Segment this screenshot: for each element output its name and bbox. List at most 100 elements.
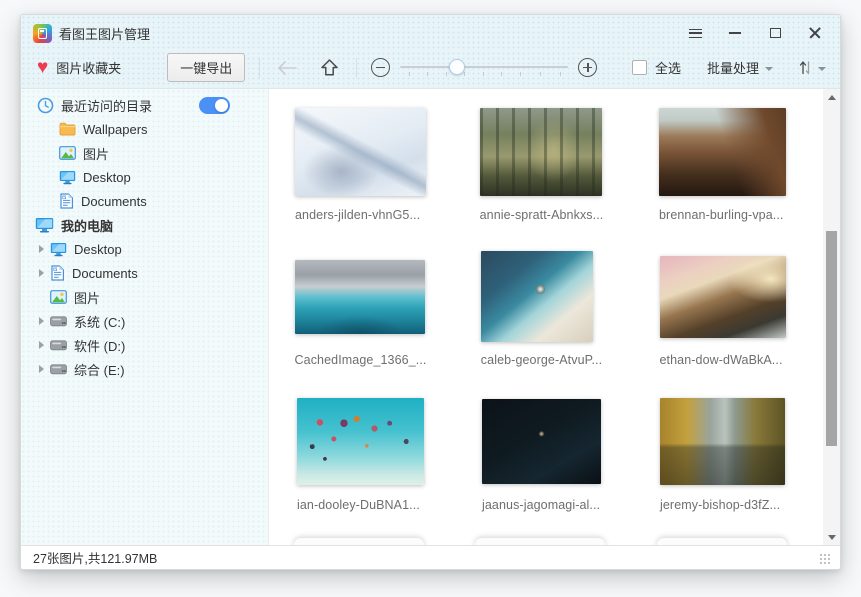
thumbnail-filename[interactable]: annie-spratt-Abnkxs... [480, 208, 604, 222]
close-icon[interactable] [802, 22, 828, 44]
thumbnail-image[interactable] [482, 399, 601, 484]
thumbnail-cell[interactable]: brennan-burling-vpa... [632, 104, 813, 249]
slider-handle[interactable] [449, 59, 465, 75]
sort-icon[interactable] [799, 60, 812, 75]
sidebar-item-label[interactable]: Wallpapers [83, 122, 148, 137]
sidebar-item-label[interactable]: Desktop [83, 170, 131, 185]
thumbnail-cell[interactable]: jaanus-jagomagi-al... [451, 394, 632, 539]
thumbnail-image[interactable] [660, 256, 786, 338]
app-title: 看图王图片管理 [59, 24, 150, 43]
picture-icon [50, 290, 67, 304]
thumbnail-filename[interactable]: ethan-dow-dWaBkA... [660, 353, 783, 367]
zoom-out-icon[interactable] [371, 58, 390, 77]
drive-icon [50, 364, 67, 375]
app-logo-icon [33, 24, 52, 43]
sort-dropdown[interactable] [799, 60, 826, 75]
minimize-icon[interactable] [722, 22, 748, 44]
thumbnail-filename[interactable]: brennan-burling-vpa... [659, 208, 784, 222]
caret-down-icon [765, 67, 773, 71]
thumbnail-image[interactable] [297, 398, 424, 485]
sidebar-item-label[interactable]: Desktop [74, 242, 122, 257]
toolbar-right-group: 全选 批量处理 [632, 58, 826, 77]
resize-grip[interactable] [818, 552, 830, 564]
export-button[interactable]: 一键导出 [167, 53, 245, 82]
thumbnail-cell[interactable]: ethan-dow-dWaBkA... [632, 249, 813, 394]
thumbnail-cell[interactable]: CachedImage_1366_... [270, 249, 451, 394]
thumbnail-filename[interactable]: anders-jilden-vhnG5... [295, 208, 420, 222]
scroll-up-icon[interactable] [823, 89, 840, 105]
sidebar-item-pictures-recent[interactable]: 图片 [21, 141, 268, 165]
picture-icon [59, 146, 76, 160]
drive-icon [50, 340, 67, 351]
expand-arrow-icon[interactable] [39, 317, 44, 325]
select-all-checkbox[interactable] [632, 60, 647, 75]
sidebar-item-label[interactable]: Documents [81, 194, 147, 209]
thumbnail-cell[interactable]: annie-spratt-Abnkxs... [451, 104, 632, 249]
sidebar-item-documents-recent[interactable]: Documents [21, 189, 268, 213]
thumbnail-filename[interactable]: caleb-george-AtvuP... [481, 353, 602, 367]
menu-icon[interactable] [682, 22, 708, 44]
toolbar: ♥ 图片收藏夹 一键导出 [21, 51, 840, 89]
section-label[interactable]: 我的电脑 [61, 216, 113, 235]
titlebar[interactable]: 看图王图片管理 [21, 15, 840, 51]
next-row-thumbnail-edge [294, 538, 424, 545]
sidebar-item-desktop[interactable]: Desktop [21, 237, 268, 261]
thumbnail-filename[interactable]: jeremy-bishop-d3fZ... [660, 498, 780, 512]
sidebar-item-drive-c[interactable]: 系统 (C:) [21, 309, 268, 333]
expand-arrow-icon[interactable] [39, 245, 44, 253]
recent-toggle-switch[interactable] [199, 97, 230, 114]
next-row-thumbnail-edge [657, 538, 787, 545]
expand-arrow-icon[interactable] [39, 269, 44, 277]
thumbnail-cell[interactable]: ian-dooley-DuBNA1... [270, 394, 451, 539]
sidebar-item-label[interactable]: 系统 (C:) [74, 312, 125, 331]
scroll-down-icon[interactable] [823, 529, 840, 545]
sidebar-item-label[interactable]: 综合 (E:) [74, 360, 125, 379]
batch-process-label[interactable]: 批量处理 [707, 58, 759, 77]
up-home-icon[interactable] [316, 56, 342, 80]
thumbnail-image[interactable] [481, 251, 593, 342]
thumbnail-image[interactable] [660, 398, 785, 485]
zoom-in-icon[interactable] [578, 58, 597, 77]
sidebar-item-drive-d[interactable]: 软件 (D:) [21, 333, 268, 357]
favorites-label[interactable]: 图片收藏夹 [56, 58, 121, 77]
sidebar-item-label[interactable]: 图片 [83, 144, 109, 163]
sidebar-item-label[interactable]: Documents [72, 266, 138, 281]
thumbnail-size-slider[interactable] [400, 57, 568, 79]
maximize-icon[interactable] [762, 22, 788, 44]
sidebar-item-wallpapers[interactable]: Wallpapers [21, 117, 268, 141]
sidebar-item-desktop-recent[interactable]: Desktop [21, 165, 268, 189]
monitor-icon [50, 242, 67, 257]
select-all-control[interactable]: 全选 [632, 58, 681, 77]
heart-icon[interactable]: ♥ [37, 58, 48, 77]
sidebar-section-recent[interactable]: 最近访问的目录 [21, 93, 268, 117]
thumbnail-cell[interactable]: jeremy-bishop-d3fZ... [632, 394, 813, 539]
toolbar-separator [356, 58, 357, 78]
thumbnail-image[interactable] [480, 108, 602, 196]
sidebar-item-documents[interactable]: Documents [21, 261, 268, 285]
vertical-scrollbar[interactable] [823, 89, 840, 545]
thumbnail-filename[interactable]: jaanus-jagomagi-al... [482, 498, 600, 512]
expand-arrow-icon[interactable] [39, 341, 44, 349]
thumbnail-image[interactable] [295, 260, 425, 334]
thumbnail-image[interactable] [659, 108, 786, 196]
sidebar-item-label[interactable]: 软件 (D:) [74, 336, 125, 355]
thumbnail-cell[interactable]: anders-jilden-vhnG5... [270, 104, 451, 249]
thumbnail-filename[interactable]: ian-dooley-DuBNA1... [297, 498, 420, 512]
thumbnail-filename[interactable]: CachedImage_1366_... [295, 353, 427, 367]
back-icon[interactable] [274, 56, 300, 80]
thumbnail-image[interactable] [295, 108, 426, 196]
sidebar-item-label[interactable]: 图片 [74, 288, 100, 307]
expand-arrow-icon[interactable] [39, 365, 44, 373]
sidebar-item-drive-e[interactable]: 综合 (E:) [21, 357, 268, 381]
slider-track[interactable] [400, 66, 568, 68]
clock-icon [37, 97, 54, 114]
batch-process-dropdown[interactable]: 批量处理 [707, 58, 773, 77]
sidebar-item-pictures[interactable]: 图片 [21, 285, 268, 309]
section-label[interactable]: 最近访问的目录 [61, 96, 152, 115]
computer-icon [35, 217, 54, 233]
sidebar-section-computer[interactable]: 我的电脑 [21, 213, 268, 237]
select-all-label[interactable]: 全选 [655, 58, 681, 77]
document-icon [50, 265, 65, 281]
thumbnail-cell[interactable]: caleb-george-AtvuP... [451, 249, 632, 394]
scrollbar-thumb[interactable] [826, 231, 837, 446]
